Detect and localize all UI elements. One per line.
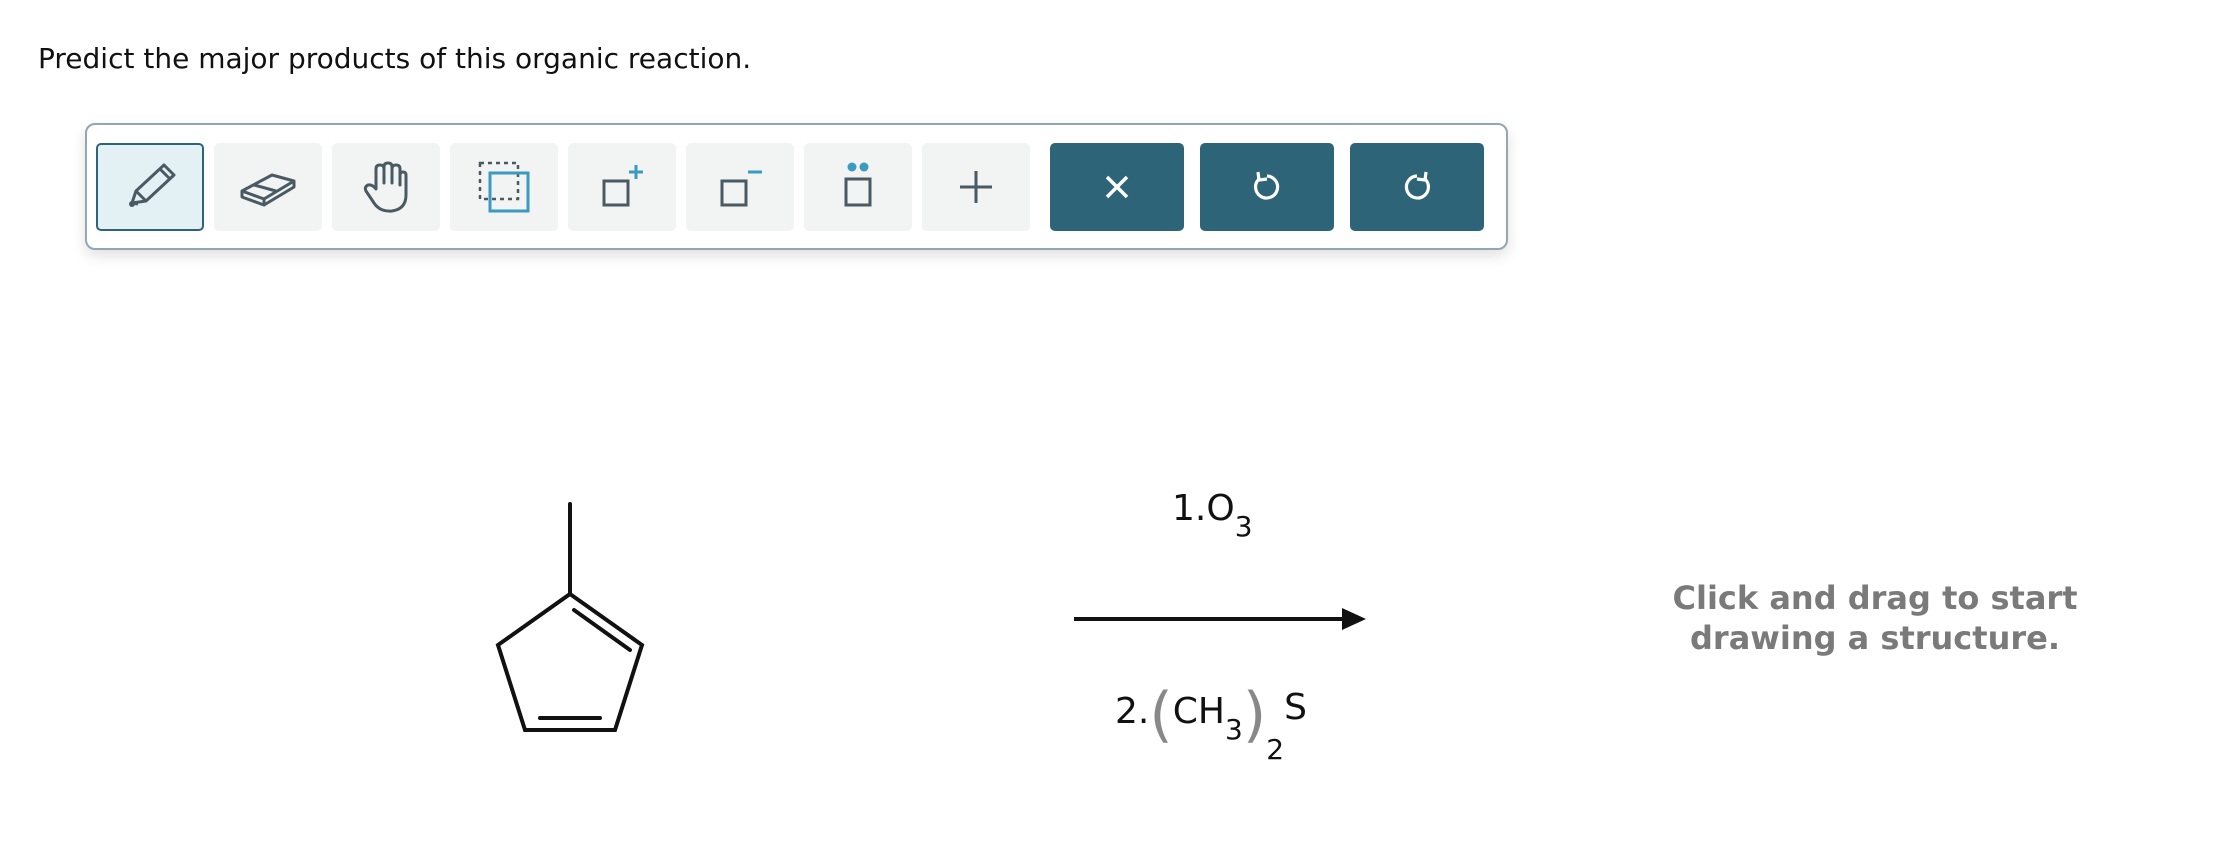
pencil-icon — [129, 163, 176, 207]
draw-tool-button[interactable] — [96, 143, 204, 231]
increase-charge-button[interactable] — [568, 143, 676, 231]
erase-tool-button[interactable] — [214, 143, 322, 231]
reagent-2-suffix: S — [1284, 687, 1307, 728]
reagent-1-formula: O — [1206, 488, 1235, 529]
undo-icon — [1253, 171, 1280, 200]
redo-button[interactable] — [1350, 143, 1484, 231]
reagent-2-subscript-2: 2 — [1266, 733, 1285, 766]
eraser-icon — [240, 173, 296, 207]
reaction-arrow — [1074, 608, 1366, 630]
reagent-1-prefix: 1. — [1172, 488, 1207, 529]
close-icon — [1105, 175, 1129, 199]
reagent-2-close-paren: ) — [1242, 680, 1267, 750]
reagent-step-1: 1.O3 — [1172, 488, 1253, 543]
question-prompt: Predict the major products of this organ… — [38, 42, 752, 75]
reagent-2-formula: CH — [1172, 691, 1225, 732]
lasso-select-icon — [478, 161, 530, 213]
add-arrow-button[interactable] — [922, 143, 1030, 231]
clear-button[interactable] — [1050, 143, 1184, 231]
canvas-hint: Click and drag to start drawing a struct… — [1640, 578, 2110, 658]
drawing-canvas[interactable] — [0, 260, 2226, 856]
undo-button[interactable] — [1200, 143, 1334, 231]
select-tool-button[interactable] — [450, 143, 558, 231]
canvas-hint-line-2: drawing a structure. — [1690, 619, 2060, 657]
reagent-step-2: 2.(CH3)2 S — [1115, 668, 1307, 766]
redo-icon — [1404, 171, 1431, 200]
square-plus-icon — [602, 165, 643, 207]
lone-pair-button[interactable] — [804, 143, 912, 231]
reactant-structure — [495, 502, 645, 732]
decrease-charge-button[interactable] — [686, 143, 794, 231]
reagent-1-subscript: 3 — [1234, 510, 1253, 543]
canvas-hint-line-1: Click and drag to start — [1672, 579, 2078, 617]
square-dots-icon — [844, 162, 872, 207]
square-minus-icon — [720, 170, 762, 207]
move-tool-button[interactable] — [332, 143, 440, 231]
reagent-2-prefix: 2. — [1115, 691, 1150, 732]
hand-icon — [363, 161, 408, 213]
plus-icon — [960, 171, 992, 203]
drawing-toolbar — [85, 123, 1508, 250]
reagent-2-subscript-1: 3 — [1225, 713, 1243, 746]
reagent-2-open-paren: ( — [1149, 680, 1173, 750]
